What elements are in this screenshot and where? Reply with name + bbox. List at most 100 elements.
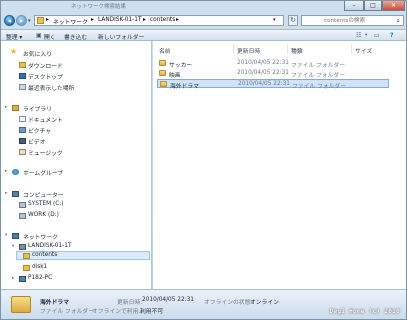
nav-favorites[interactable]: お気に入り <box>23 49 52 58</box>
recent-places-icon <box>19 84 26 90</box>
downloads-folder-icon <box>19 62 26 68</box>
computer-icon <box>12 191 19 197</box>
share-folder-icon <box>23 253 30 259</box>
search-box[interactable]: ⌕ <box>301 15 404 26</box>
file-date: 2010/04/05 22:31 <box>238 81 290 87</box>
breadcrumb-contents[interactable]: contents <box>150 17 175 23</box>
libraries-icon <box>12 105 19 111</box>
nav-homegroup[interactable]: ホームグループ <box>23 168 63 177</box>
folder-icon <box>37 17 44 24</box>
drive-icon <box>19 213 26 219</box>
refresh-icon[interactable]: ↻ <box>288 15 298 26</box>
address-row: ◂ ▸ ▾ ▸ ネットワーク ▸ LANDISK-01-1T ▸ content… <box>1 14 406 28</box>
nav-item-pictures[interactable]: ピクチャ <box>28 126 51 135</box>
file-date: 2010/04/05 22:31 <box>237 70 289 76</box>
expand-arrow-icon[interactable]: ▸ <box>5 191 7 196</box>
recent-pages-dropdown-icon[interactable]: ▾ <box>28 18 31 24</box>
column-separator[interactable] <box>233 44 234 54</box>
nav-item-downloads[interactable]: ダウンロード <box>28 61 63 70</box>
share-folder-icon <box>23 265 30 271</box>
column-separator[interactable] <box>287 44 288 54</box>
nav-item-disk1[interactable]: disk1 <box>32 264 47 270</box>
file-row-soccer[interactable]: サッカー 2010/04/05 22:31 ファイル フォルダー <box>157 59 389 69</box>
title-bar[interactable]: ネットワーク検索結果 – □ ✕ <box>1 1 406 13</box>
expand-arrow-icon[interactable]: ▸ <box>5 169 7 174</box>
favorites-star-icon: ★ <box>10 47 18 56</box>
view-dropdown-icon[interactable]: ▾ <box>365 33 367 38</box>
forward-button[interactable]: ▸ <box>16 15 27 26</box>
address-separator[interactable]: ▸ <box>143 17 146 23</box>
watermark-text: Degi Home (c) 2010 <box>329 308 400 315</box>
collapse-arrow-icon[interactable]: ▾ <box>5 233 7 238</box>
file-type: ファイル フォルダー <box>291 73 346 79</box>
view-options-icon[interactable]: ☷ <box>356 32 361 39</box>
close-button[interactable]: ✕ <box>382 1 405 11</box>
nav-item-drive-c[interactable]: SYSTEM (C:) <box>28 201 63 207</box>
details-offline-status-value: オンライン <box>250 300 279 306</box>
nav-item-drive-d[interactable]: WORK (D:) <box>28 212 59 218</box>
breadcrumb-network[interactable]: ネットワーク <box>53 17 88 26</box>
details-pane: 海外ドラマ 更新日時: 2010/04/05 22:31 オフラインの状態: オ… <box>1 289 406 319</box>
collapse-arrow-icon[interactable]: ▾ <box>12 244 14 249</box>
explorer-window: ネットワーク検索結果 – □ ✕ ◂ ▸ ▾ ▸ ネットワーク ▸ LANDIS… <box>0 0 407 320</box>
folder-icon <box>159 70 166 76</box>
file-list: 名前 更新日時 種類 サイズ サッカー 2010/04/05 22:31 ファイ… <box>153 41 406 289</box>
column-header-type[interactable]: 種類 <box>291 46 303 55</box>
address-separator[interactable]: ▸ <box>176 17 179 23</box>
minimize-button[interactable]: – <box>344 1 364 11</box>
burn-button[interactable]: 書き込む <box>64 32 87 41</box>
nav-network[interactable]: ネットワーク <box>23 232 58 241</box>
command-bar: 整理 ▾ ▣ 開く 書き込む 新しいフォルダー ☷ ▾ ▭ ? <box>1 29 406 41</box>
file-row-foreign-drama[interactable]: 海外ドラマ 2010/04/05 22:31 ファイル フォルダー <box>157 79 389 90</box>
nav-item-music[interactable]: ミュージック <box>28 148 63 157</box>
address-separator[interactable]: ▸ <box>46 17 49 23</box>
maximize-button[interactable]: □ <box>364 1 382 11</box>
homegroup-icon <box>12 169 19 175</box>
column-separator[interactable] <box>351 44 352 54</box>
nav-item-videos[interactable]: ビデオ <box>28 137 45 146</box>
back-button[interactable]: ◂ <box>4 15 15 26</box>
expand-arrow-icon[interactable]: ▸ <box>5 105 7 110</box>
column-header-date[interactable]: 更新日時 <box>237 46 260 55</box>
nav-item-landisk[interactable]: LANDISK-01-1T <box>28 243 72 249</box>
new-folder-button[interactable]: 新しいフォルダー <box>98 32 144 41</box>
nav-item-contents[interactable]: contents <box>32 252 57 258</box>
nav-libraries[interactable]: ライブラリ <box>23 104 52 113</box>
details-offline-status-label: オフラインの状態: <box>204 300 253 306</box>
pictures-icon <box>19 127 26 133</box>
search-input[interactable] <box>324 17 388 24</box>
file-type: ファイル フォルダー <box>291 63 346 69</box>
nav-item-desktop[interactable]: デスクトップ <box>28 72 63 81</box>
file-date: 2010/04/05 22:31 <box>237 60 289 66</box>
large-folder-icon <box>11 296 31 313</box>
help-icon[interactable]: ? <box>390 32 393 39</box>
address-separator[interactable]: ▸ <box>91 17 94 23</box>
nav-item-documents[interactable]: ドキュメント <box>28 115 63 124</box>
column-header-size[interactable]: サイズ <box>355 46 372 55</box>
desktop-icon <box>19 73 26 79</box>
open-button[interactable]: 開く <box>44 32 56 41</box>
folder-icon <box>160 81 167 87</box>
details-date-label: 更新日時: <box>117 300 143 306</box>
address-bar[interactable]: ▸ ネットワーク ▸ LANDISK-01-1T ▸ contents ▸ ▾ <box>34 15 284 26</box>
expand-arrow-icon[interactable]: ▸ <box>12 276 14 281</box>
file-row-movies[interactable]: 映画 2010/04/05 22:31 ファイル フォルダー <box>157 69 389 79</box>
navigation-pane: ★ お気に入り ダウンロード デスクトップ 最近表示した場所 ▸ ライブラリ ド… <box>1 41 152 289</box>
nav-item-p182-pc[interactable]: P182-PC <box>28 275 52 281</box>
organize-button[interactable]: 整理 ▾ <box>6 32 22 41</box>
address-dropdown-icon[interactable]: ▾ <box>273 17 276 23</box>
details-name: 海外ドラマ <box>40 300 69 306</box>
column-header-name[interactable]: 名前 <box>159 46 171 55</box>
network-icon <box>12 233 19 239</box>
videos-icon <box>19 138 26 144</box>
breadcrumb-landisk[interactable]: LANDISK-01-1T <box>98 17 142 23</box>
preview-pane-icon[interactable]: ▭ <box>374 32 380 39</box>
nav-computer[interactable]: コンピューター <box>23 190 64 199</box>
file-name: 映画 <box>169 73 181 79</box>
nav-item-recent-places[interactable]: 最近表示した場所 <box>28 83 74 92</box>
open-icon[interactable]: ▣ <box>36 32 42 39</box>
nas-server-icon <box>19 244 26 250</box>
details-type: ファイル フォルダー <box>40 309 95 315</box>
drive-icon <box>19 202 26 208</box>
search-icon[interactable]: ⌕ <box>396 17 400 26</box>
